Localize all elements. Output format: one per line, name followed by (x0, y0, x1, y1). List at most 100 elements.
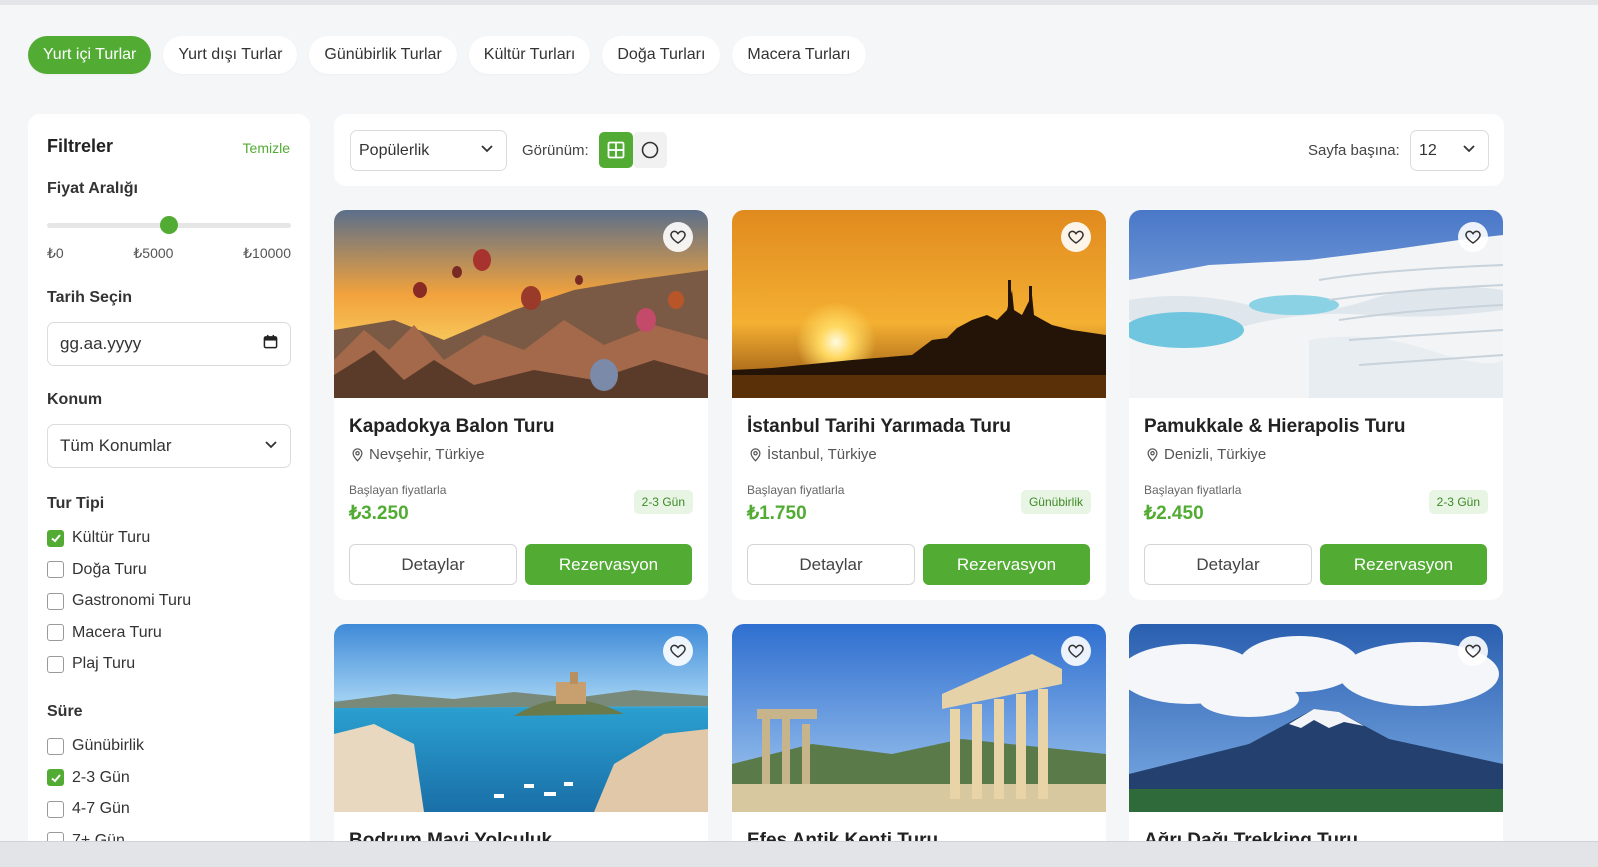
tour-location: İstanbul, Türkiye (748, 446, 877, 463)
tour-image[interactable] (732, 624, 1106, 812)
checkbox[interactable] (47, 624, 64, 641)
tab-yurt-ici[interactable]: Yurt içi Turlar (28, 36, 152, 74)
heart-icon (670, 644, 686, 658)
checkbox-checked[interactable] (47, 769, 64, 786)
heart-icon (1068, 230, 1084, 244)
tour-price: ₺3.250 (349, 503, 409, 524)
tour-image[interactable] (1129, 210, 1503, 398)
price-range-labels: ₺0 ₺5000 ₺10000 (47, 245, 291, 262)
price-range-thumb[interactable] (160, 216, 178, 234)
reservation-button[interactable]: Rezervasyon (525, 544, 692, 585)
details-button[interactable]: Detaylar (1144, 544, 1312, 585)
duration-badge: Günübirlik (1020, 490, 1091, 514)
heart-icon (1465, 230, 1481, 244)
price-from-label: Başlayan fiyatlarla (349, 483, 447, 497)
favorite-button[interactable] (1061, 222, 1091, 252)
tour-title[interactable]: Kapadokya Balon Turu (349, 416, 555, 438)
checkbox[interactable] (47, 561, 64, 578)
tour-image[interactable] (334, 624, 708, 812)
favorite-button[interactable] (1458, 636, 1488, 666)
checkbox[interactable] (47, 592, 64, 610)
tour-card: Pamukkale & Hierapolis Turu Denizli, Tür… (1129, 210, 1503, 600)
tour-title[interactable]: Pamukkale & Hierapolis Turu (1144, 416, 1406, 438)
duration-badge: 2-3 Gün (1428, 490, 1488, 514)
tab-gunubirlik[interactable]: Günübirlik Turlar (309, 36, 457, 74)
tour-card: Efes Antik Kenti Turu (732, 624, 1106, 864)
duration-label: Günübirlik (72, 737, 145, 754)
filters-title: Filtreler (47, 136, 114, 156)
price-range-slider[interactable] (47, 216, 291, 234)
location-select[interactable]: Tüm Konumlar (47, 424, 291, 468)
tour-image[interactable] (334, 210, 708, 398)
checkbox[interactable] (47, 800, 64, 818)
price-mid-label: ₺5000 (133, 245, 174, 261)
tour-type-label: Plaj Turu (72, 655, 136, 672)
tour-location-text: Nevşehir, Türkiye (369, 446, 485, 463)
map-pin-icon (750, 448, 761, 462)
price-max-label: ₺10000 (243, 245, 291, 261)
per-page-label: Sayfa başına: (1308, 142, 1400, 159)
map-pin-icon (352, 448, 363, 462)
list-view-button[interactable] (633, 132, 667, 168)
price-from-label: Başlayan fiyatlarla (747, 483, 845, 497)
duration-heading: Süre (47, 703, 83, 720)
check-icon (50, 773, 61, 782)
tour-location: Nevşehir, Türkiye (350, 446, 485, 463)
tour-type-checkbox-row[interactable]: Plaj Turu (47, 655, 135, 673)
tour-image[interactable] (732, 210, 1106, 398)
duration-label: 4-7 Gün (72, 800, 130, 817)
heart-icon (670, 230, 686, 244)
tour-type-checkbox-row[interactable]: Doğa Turu (47, 561, 147, 579)
circle-icon (641, 141, 659, 159)
duration-checkbox-row[interactable]: 2-3 Gün (47, 769, 130, 787)
checkbox[interactable] (47, 655, 64, 673)
date-placeholder: gg.aa.yyyy (60, 334, 142, 353)
heart-icon (1465, 644, 1481, 658)
price-from-label: Başlayan fiyatlarla (1144, 483, 1242, 497)
calendar-icon[interactable] (263, 334, 278, 354)
reservation-button[interactable]: Rezervasyon (1320, 544, 1487, 585)
price-range-heading: Fiyat Aralığı (47, 180, 138, 197)
favorite-button[interactable] (1458, 222, 1488, 252)
bottom-scroll-strip (0, 841, 1598, 867)
results-toolbar: Popülerlik Görünüm: Sayfa başına: 12 (334, 114, 1504, 186)
grid-icon (607, 141, 625, 159)
details-button[interactable]: Detaylar (349, 544, 517, 585)
details-button[interactable]: Detaylar (747, 544, 915, 585)
view-label: Görünüm: (522, 142, 589, 159)
favorite-button[interactable] (1061, 636, 1091, 666)
date-input[interactable]: gg.aa.yyyy (47, 322, 291, 366)
grid-view-button[interactable] (599, 132, 633, 168)
tab-kultur[interactable]: Kültür Turları (468, 36, 591, 74)
chevron-down-icon (264, 436, 278, 456)
checkbox[interactable] (47, 737, 64, 755)
duration-label: 2-3 Gün (72, 768, 130, 786)
tour-image[interactable] (1129, 624, 1503, 812)
favorite-button[interactable] (663, 636, 693, 666)
category-tabs: Yurt içi Turlar Yurt dışı Turlar Günübir… (28, 36, 866, 74)
tour-card: Bodrum Mavi Yolculuk (334, 624, 708, 864)
tour-type-label: Doğa Turu (72, 560, 147, 578)
duration-checkbox-row[interactable]: Günübirlik (47, 737, 144, 755)
tour-type-checkbox-row[interactable]: Macera Turu (47, 624, 162, 642)
tour-price: ₺2.450 (1144, 503, 1204, 524)
tour-location: Denizli, Türkiye (1145, 446, 1266, 463)
tab-yurt-disi[interactable]: Yurt dışı Turlar (163, 36, 298, 74)
clear-filters-link[interactable]: Temizle (243, 140, 290, 156)
tour-type-checkbox-row[interactable]: Kültür Turu (47, 529, 150, 547)
per-page-select[interactable]: 12 (1410, 130, 1489, 171)
sort-select[interactable]: Popülerlik (350, 130, 507, 171)
checkbox-checked[interactable] (47, 529, 64, 547)
location-heading: Konum (47, 391, 103, 408)
tab-doga[interactable]: Doğa Turları (602, 36, 721, 74)
map-pin-icon (1147, 448, 1158, 462)
tour-location-text: Denizli, Türkiye (1164, 446, 1267, 463)
tour-type-checkbox-row[interactable]: Gastronomi Turu (47, 592, 191, 610)
location-value: Tüm Konumlar (60, 436, 172, 455)
tour-card: Kapadokya Balon Turu Nevşehir, Türkiye B… (334, 210, 708, 600)
favorite-button[interactable] (663, 222, 693, 252)
tour-title[interactable]: İstanbul Tarihi Yarımada Turu (747, 416, 1011, 438)
tab-macera[interactable]: Macera Turları (732, 36, 866, 74)
duration-checkbox-row[interactable]: 4-7 Gün (47, 800, 130, 818)
reservation-button[interactable]: Rezervasyon (923, 544, 1090, 585)
